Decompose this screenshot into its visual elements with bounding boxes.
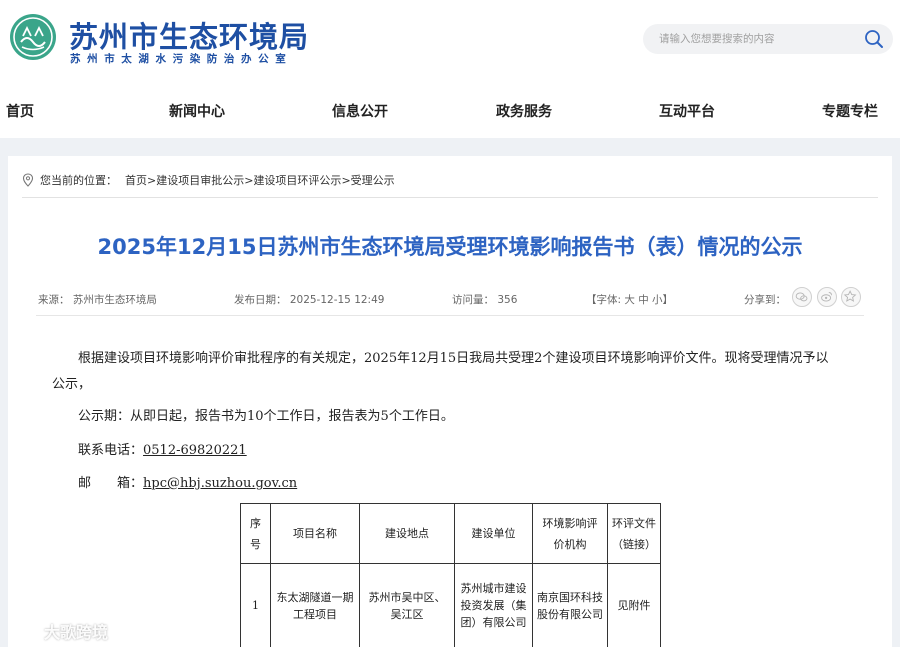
phone-link[interactable]: 0512-69820221: [143, 443, 247, 458]
article-paragraph-2: 公示期：从即日起，报告书为10个工作日，报告表为5个工作日。: [78, 409, 454, 424]
nav-item-news[interactable]: 新闻中心: [169, 101, 225, 121]
site-subtitle: 苏州市太湖水污染防治办公室: [70, 53, 293, 65]
article-title: 2025年12月15日苏州市生态环境局受理环境影响报告书（表）情况的公示: [97, 235, 803, 259]
projects-table: 序号 项目名称 建设地点 建设单位 环境影响评价机构 环评文件（链接） 1 东太…: [240, 503, 661, 647]
breadcrumb-separator: >: [244, 173, 254, 187]
breadcrumb-prefix: 您当前的位置：: [40, 174, 117, 187]
cell-agency: 南京国环科技股份有限公司: [532, 563, 608, 647]
breadcrumb-item-home[interactable]: 首页: [125, 172, 147, 188]
search-input[interactable]: [659, 30, 855, 48]
article-date: 发布日期： 2025-12-15 12:49: [234, 294, 385, 306]
breadcrumb-item-acceptance[interactable]: 受理公示: [351, 172, 395, 188]
wechat-share-icon[interactable]: [792, 287, 812, 307]
article-paragraph-1: 根据建设项目环境影响评价审批程序的有关规定，2025年12月15日我局共受理2个…: [78, 351, 829, 366]
cell-file-link[interactable]: 见附件: [607, 563, 661, 647]
watermark-text: 大歌跨境: [44, 623, 109, 642]
site-header: 苏州市生态环境局 苏州市太湖水污染防治办公室: [0, 0, 900, 78]
email-label: 邮 箱：: [78, 476, 144, 491]
breadcrumb-item-approval[interactable]: 建设项目审批公示: [156, 172, 244, 188]
breadcrumb: 您当前的位置： 首页 > 建设项目审批公示 > 建设项目环评公示 > 受理公示: [22, 172, 395, 188]
email-link[interactable]: hpc@hbj.suzhou.gov.cn: [143, 476, 297, 491]
watermark-logo-icon: [10, 624, 34, 637]
cell-builder: 苏州城市建设投资发展（集团）有限公司: [454, 563, 533, 647]
nav-item-topics[interactable]: 专题专栏: [822, 101, 878, 121]
cell-location: 苏州市吴中区、吴江区: [359, 563, 455, 647]
main-nav: 首页 新闻中心 信息公开 政务服务 互动平台 专题专栏: [0, 96, 900, 126]
share-label: 分享到：: [744, 294, 786, 306]
breadcrumb-separator: >: [147, 173, 157, 187]
search-box: [643, 24, 893, 54]
favorite-share-icon[interactable]: [841, 287, 861, 307]
breadcrumb-item-eia[interactable]: 建设项目环评公示: [253, 172, 341, 188]
header-project-name: 项目名称: [270, 503, 360, 564]
breadcrumb-divider: [22, 197, 878, 198]
cell-no: 1: [240, 563, 271, 647]
article-paragraph-1-cont: 公示，: [52, 377, 92, 392]
site-title[interactable]: 苏州市生态环境局: [69, 14, 309, 56]
bureau-logo-icon[interactable]: [8, 12, 58, 62]
header-no: 序号: [240, 503, 271, 564]
meta-divider: [36, 315, 864, 316]
table-header-row: 序号 项目名称 建设地点 建设单位 环境影响评价机构 环评文件（链接）: [240, 503, 661, 564]
article-visits: 访问量： 356: [452, 294, 518, 306]
watermark: 大歌跨境: [8, 619, 108, 643]
nav-item-info[interactable]: 信息公开: [332, 101, 388, 121]
nav-item-interaction[interactable]: 互动平台: [659, 101, 715, 121]
header-builder: 建设单位: [454, 503, 533, 564]
cell-project-name: 东太湖隧道一期工程项目: [270, 563, 360, 647]
nav-item-services[interactable]: 政务服务: [496, 101, 552, 121]
search-icon[interactable]: [863, 28, 885, 50]
header-location: 建设地点: [359, 503, 455, 564]
table-row: 1 东太湖隧道一期工程项目 苏州市吴中区、吴江区 苏州城市建设投资发展（集团）有…: [240, 563, 661, 647]
nav-item-home[interactable]: 首页: [6, 101, 34, 121]
contact-email-row: 邮 箱：hpc@hbj.suzhou.gov.cn: [78, 472, 297, 491]
breadcrumb-separator: >: [341, 173, 351, 187]
contact-phone-row: 联系电话：0512-69820221: [78, 439, 247, 458]
header-agency: 环境影响评价机构: [532, 503, 608, 564]
font-size-control[interactable]: 【字体: 大 中 小】: [586, 292, 673, 307]
location-pin-icon: [22, 173, 34, 187]
phone-label: 联系电话：: [78, 443, 144, 458]
weibo-share-icon[interactable]: [817, 287, 837, 307]
article-source: 来源： 苏州市生态环境局: [38, 294, 157, 306]
header-file: 环评文件（链接）: [607, 503, 661, 564]
